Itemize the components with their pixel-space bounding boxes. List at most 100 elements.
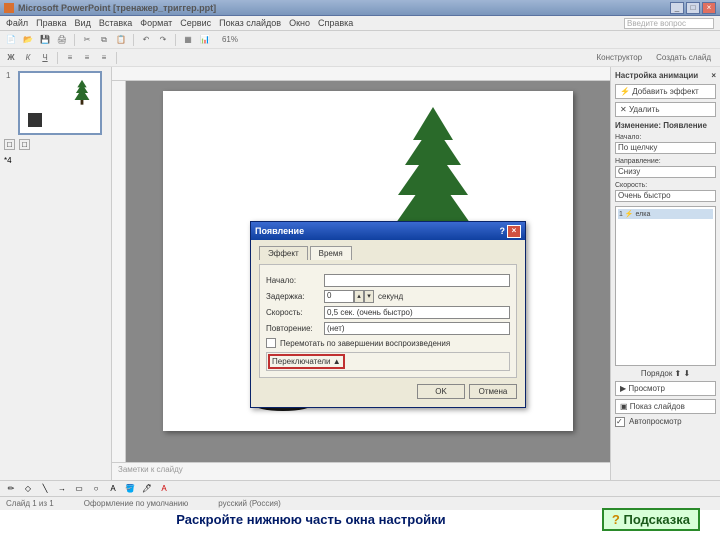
- app-icon: [4, 3, 14, 13]
- mini-hat-icon: [28, 113, 42, 127]
- menu-edit[interactable]: Правка: [36, 18, 66, 28]
- delay-spin-down[interactable]: ▾: [364, 290, 374, 303]
- triggers-chevron-icon: ▲: [333, 357, 341, 366]
- hint-q-icon: ?: [612, 512, 620, 527]
- triggers-section: Переключатели ▲: [266, 352, 510, 371]
- dialog-title: Появление: [255, 226, 500, 236]
- add-effect-button[interactable]: ⚡ Добавить эффект: [615, 84, 716, 99]
- paste-icon[interactable]: 📋: [114, 33, 128, 47]
- vertical-ruler: [112, 81, 126, 462]
- menu-slideshow[interactable]: Показ слайдов: [219, 18, 281, 28]
- tp-direction-select[interactable]: Снизу: [615, 166, 716, 178]
- redo-icon[interactable]: ↷: [156, 33, 170, 47]
- slide-editing-area[interactable]: Щелкните мышкой здесь Щелкните мышкой на…: [126, 81, 610, 462]
- arrow-icon[interactable]: →: [55, 482, 69, 496]
- align-right-icon[interactable]: ≡: [97, 51, 111, 65]
- minimize-button[interactable]: _: [670, 2, 684, 14]
- outline-buttons: □ □: [4, 139, 107, 150]
- table-icon[interactable]: ▦: [181, 33, 195, 47]
- new-slide-button[interactable]: Создать слайд: [651, 51, 716, 65]
- separator: [116, 52, 117, 64]
- font-color-icon[interactable]: A: [157, 482, 171, 496]
- draw-menu-icon[interactable]: ✏: [4, 482, 18, 496]
- tp-start-label: Начало:: [615, 134, 716, 141]
- mini-tree-icon: [72, 79, 92, 107]
- start-label: Начало:: [266, 276, 324, 285]
- cancel-button[interactable]: Отмена: [469, 384, 517, 399]
- tp-speed-label: Скорость:: [615, 182, 716, 189]
- canvas-area: Щелкните мышкой здесь Щелкните мышкой на…: [112, 67, 610, 480]
- notes-pane[interactable]: Заметки к слайду: [112, 462, 610, 480]
- delay-input[interactable]: 0: [324, 290, 354, 303]
- speed-select[interactable]: 0,5 сек. (очень быстро): [324, 306, 510, 319]
- maximize-button[interactable]: □: [686, 2, 700, 14]
- underline-icon[interactable]: Ч: [38, 51, 52, 65]
- textbox-icon[interactable]: A: [106, 482, 120, 496]
- menu-file[interactable]: Файл: [6, 18, 28, 28]
- tp-speed-select[interactable]: Очень быстро: [615, 190, 716, 202]
- effect-options-dialog: Появление ? × Эффект Время Начало:: [250, 221, 526, 408]
- delay-label: Задержка:: [266, 292, 324, 301]
- delay-spin-up[interactable]: ▴: [354, 290, 364, 303]
- new-file-icon[interactable]: 📄: [4, 33, 18, 47]
- animation-list[interactable]: 1 ⚡ елка: [615, 206, 716, 366]
- play-button[interactable]: ▶ Просмотр: [615, 381, 716, 396]
- taskpane-close-icon[interactable]: ×: [711, 71, 716, 80]
- ask-question-input[interactable]: Введите вопрос: [624, 18, 714, 29]
- align-left-icon[interactable]: ≡: [63, 51, 77, 65]
- remove-button[interactable]: ✕ Удалить: [615, 102, 716, 117]
- dialog-titlebar[interactable]: Появление ? ×: [251, 222, 525, 240]
- fill-color-icon[interactable]: 🪣: [123, 482, 137, 496]
- chart-icon[interactable]: 📊: [198, 33, 212, 47]
- hint-button[interactable]: ? Подсказка: [602, 508, 700, 531]
- dialog-help-icon[interactable]: ?: [500, 226, 506, 236]
- tab-timing[interactable]: Время: [310, 246, 352, 260]
- start-select[interactable]: [324, 274, 510, 287]
- animation-task-pane: Настройка анимации × ⚡ Добавить эффект ✕…: [610, 67, 720, 480]
- autopreview-checkbox[interactable]: [615, 417, 625, 427]
- menu-insert[interactable]: Вставка: [99, 18, 132, 28]
- tp-start-select[interactable]: По щелчку: [615, 142, 716, 154]
- dialog-close-button[interactable]: ×: [507, 225, 521, 238]
- menu-tools[interactable]: Сервис: [180, 18, 211, 28]
- titlebar: Microsoft PowerPoint [тренажер_триггер.p…: [0, 0, 720, 16]
- design-button[interactable]: Конструктор: [591, 51, 647, 65]
- outline-btn-2[interactable]: □: [19, 139, 30, 150]
- cut-icon[interactable]: ✂: [80, 33, 94, 47]
- bold-icon[interactable]: Ж: [4, 51, 18, 65]
- menu-format[interactable]: Формат: [140, 18, 172, 28]
- animation-list-item[interactable]: 1 ⚡ елка: [618, 209, 713, 219]
- autoshapes-icon[interactable]: ◇: [21, 482, 35, 496]
- rewind-checkbox[interactable]: [266, 338, 276, 348]
- slide-thumbnail-1[interactable]: 1: [4, 71, 107, 135]
- repeat-label: Повторение:: [266, 324, 324, 333]
- triggers-label: Переключатели: [272, 357, 331, 366]
- line-icon[interactable]: ╲: [38, 482, 52, 496]
- oval-icon[interactable]: ○: [89, 482, 103, 496]
- undo-icon[interactable]: ↶: [139, 33, 153, 47]
- triggers-toggle[interactable]: Переключатели ▲: [270, 356, 343, 367]
- repeat-select[interactable]: (нет): [324, 322, 510, 335]
- outline-btn-1[interactable]: □: [4, 139, 15, 150]
- copy-icon[interactable]: ⧉: [97, 33, 111, 47]
- menu-view[interactable]: Вид: [75, 18, 91, 28]
- close-button[interactable]: ×: [702, 2, 716, 14]
- menu-window[interactable]: Окно: [289, 18, 310, 28]
- print-icon[interactable]: 🖨: [55, 33, 69, 47]
- slideshow-button[interactable]: ▣ Показ слайдов: [615, 399, 716, 414]
- ok-button[interactable]: OK: [417, 384, 465, 399]
- standard-toolbar: 📄 📂 💾 🖨 ✂ ⧉ 📋 ↶ ↷ ▦ 📊 61%: [0, 31, 720, 49]
- tab-effect[interactable]: Эффект: [259, 246, 308, 260]
- delay-unit: секунд: [378, 292, 403, 301]
- line-color-icon[interactable]: 🖊: [140, 482, 154, 496]
- rect-icon[interactable]: ▭: [72, 482, 86, 496]
- open-file-icon[interactable]: 📂: [21, 33, 35, 47]
- app-name: Microsoft PowerPoint: [18, 3, 111, 13]
- align-center-icon[interactable]: ≡: [80, 51, 94, 65]
- menu-help[interactable]: Справка: [318, 18, 353, 28]
- reorder-buttons[interactable]: Порядок ⬆ ⬇: [615, 369, 716, 378]
- italic-icon[interactable]: К: [21, 51, 35, 65]
- workspace: 1 □ □ *4: [0, 67, 720, 480]
- zoom-dropdown[interactable]: 61%: [215, 33, 245, 47]
- save-icon[interactable]: 💾: [38, 33, 52, 47]
